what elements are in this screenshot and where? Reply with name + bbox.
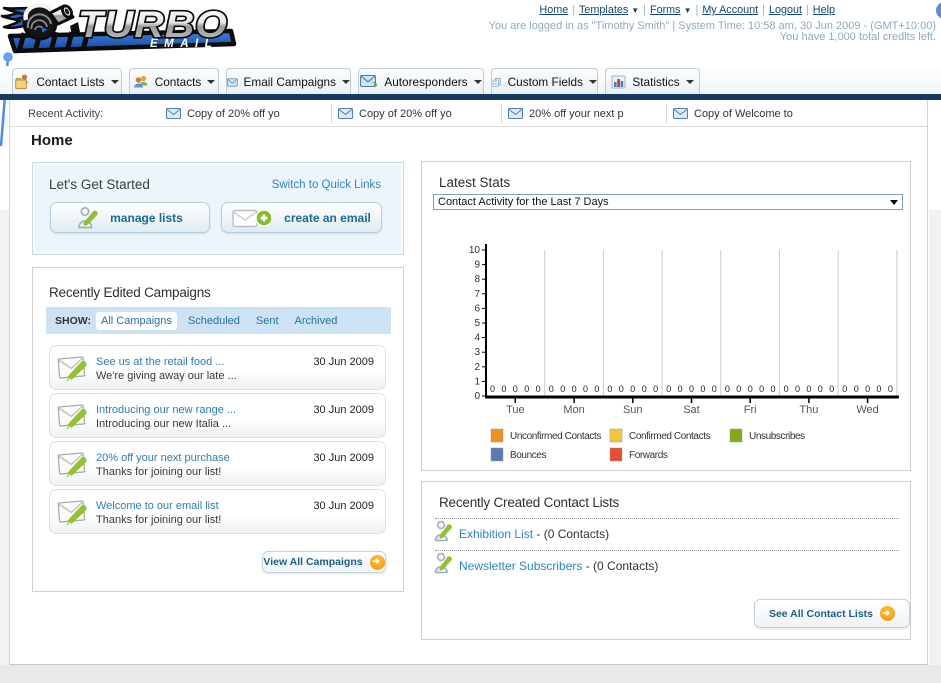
svg-text:0: 0 [474, 391, 480, 402]
svg-text:0: 0 [536, 384, 541, 394]
svg-text:0: 0 [748, 384, 753, 394]
svg-text:0: 0 [784, 384, 789, 394]
svg-text:8: 8 [474, 274, 480, 285]
svg-text:Unsubscribes: Unsubscribes [749, 431, 805, 442]
svg-text:0: 0 [865, 384, 870, 394]
svg-text:0: 0 [876, 384, 881, 394]
svg-text:7: 7 [474, 289, 480, 300]
svg-text:Sat: Sat [683, 404, 700, 416]
svg-text:Wed: Wed [856, 404, 878, 416]
svg-text:0: 0 [594, 384, 599, 394]
svg-text:0: 0 [795, 384, 800, 394]
svg-text:0: 0 [689, 384, 694, 394]
svg-text:0: 0 [501, 384, 506, 394]
svg-text:0: 0 [524, 384, 529, 394]
svg-text:0: 0 [888, 384, 893, 394]
svg-text:Unconfirmed Contacts: Unconfirmed Contacts [510, 431, 601, 442]
svg-text:0: 0 [770, 384, 775, 394]
svg-text:Sun: Sun [623, 404, 643, 416]
svg-text:3: 3 [474, 347, 480, 358]
svg-text:6: 6 [474, 303, 480, 314]
svg-text:0: 0 [736, 384, 741, 394]
svg-text:1: 1 [474, 376, 480, 387]
svg-text:0: 0 [572, 384, 577, 394]
svg-text:0: 0 [700, 384, 705, 394]
svg-text:Mon: Mon [563, 404, 584, 416]
svg-text:Forwards: Forwards [629, 450, 668, 461]
svg-text:0: 0 [712, 384, 717, 394]
svg-text:TURBO: TURBO [78, 4, 228, 45]
svg-text:2: 2 [474, 362, 480, 373]
svg-text:Fri: Fri [744, 404, 757, 416]
svg-text:0: 0 [842, 384, 847, 394]
svg-text:4: 4 [474, 333, 480, 344]
svg-text:0: 0 [829, 384, 834, 394]
svg-text:0: 0 [607, 384, 612, 394]
svg-text:5: 5 [474, 318, 480, 329]
svg-text:Thu: Thu [799, 404, 818, 416]
svg-text:10: 10 [469, 245, 481, 256]
svg-text:0: 0 [854, 384, 859, 394]
svg-text:0: 0 [725, 384, 730, 394]
svg-text:0: 0 [642, 384, 647, 394]
svg-text:0: 0 [619, 384, 624, 394]
svg-text:9: 9 [474, 260, 480, 271]
svg-text:0: 0 [806, 384, 811, 394]
svg-text:0: 0 [818, 384, 823, 394]
svg-text:0: 0 [653, 384, 658, 394]
svg-text:0: 0 [513, 384, 518, 394]
svg-text:Confirmed Contacts: Confirmed Contacts [629, 431, 711, 442]
svg-text:Bounces: Bounces [510, 450, 547, 461]
svg-text:0: 0 [630, 384, 635, 394]
svg-text:0: 0 [678, 384, 683, 394]
svg-text:0: 0 [549, 384, 554, 394]
svg-text:Tue: Tue [506, 404, 525, 416]
svg-text:0: 0 [560, 384, 565, 394]
svg-text:0: 0 [490, 384, 495, 394]
svg-text:0: 0 [583, 384, 588, 394]
svg-text:0: 0 [666, 384, 671, 394]
svg-text:0: 0 [759, 384, 764, 394]
